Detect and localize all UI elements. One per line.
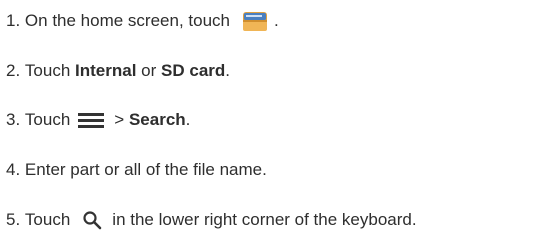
step-5-text: Touch (24, 210, 71, 229)
step-2-end: . (225, 61, 231, 80)
step-4-number: 4. (6, 160, 21, 179)
file-manager-folder-icon (242, 10, 268, 32)
step-3-arrow: > (114, 110, 125, 129)
step-5-end: in the lower right corner of the keyboar… (112, 210, 417, 229)
step-1: 1. On the home screen, touch . (6, 9, 279, 33)
step-2-or: or (141, 61, 157, 80)
step-1-text: On the home screen, touch (24, 11, 230, 30)
step-1-number: 1. (6, 11, 21, 30)
step-3-text: Touch (24, 110, 71, 129)
step-3-number: 3. (6, 110, 21, 129)
step-2-text: Touch (24, 61, 71, 80)
step-1-end: . (273, 11, 279, 30)
menu-icon (78, 111, 105, 129)
step-4: 4. Enter part or all of the file name. (6, 158, 267, 182)
search-option-label: Search (128, 110, 186, 129)
step-4-text: Enter part or all of the file name. (24, 160, 267, 179)
step-2-number: 2. (6, 61, 21, 80)
sd-card-option-label: SD card (161, 61, 226, 80)
step-3: 3. Touch > Search. (6, 108, 190, 132)
search-icon (82, 210, 102, 230)
internal-option-label: Internal (75, 61, 137, 80)
step-5: 5. Touch in the lower right corner of th… (6, 208, 417, 232)
step-3-end: . (185, 110, 191, 129)
step-2: 2. Touch Internal or SD card. (6, 59, 230, 83)
step-5-number: 5. (6, 210, 21, 229)
